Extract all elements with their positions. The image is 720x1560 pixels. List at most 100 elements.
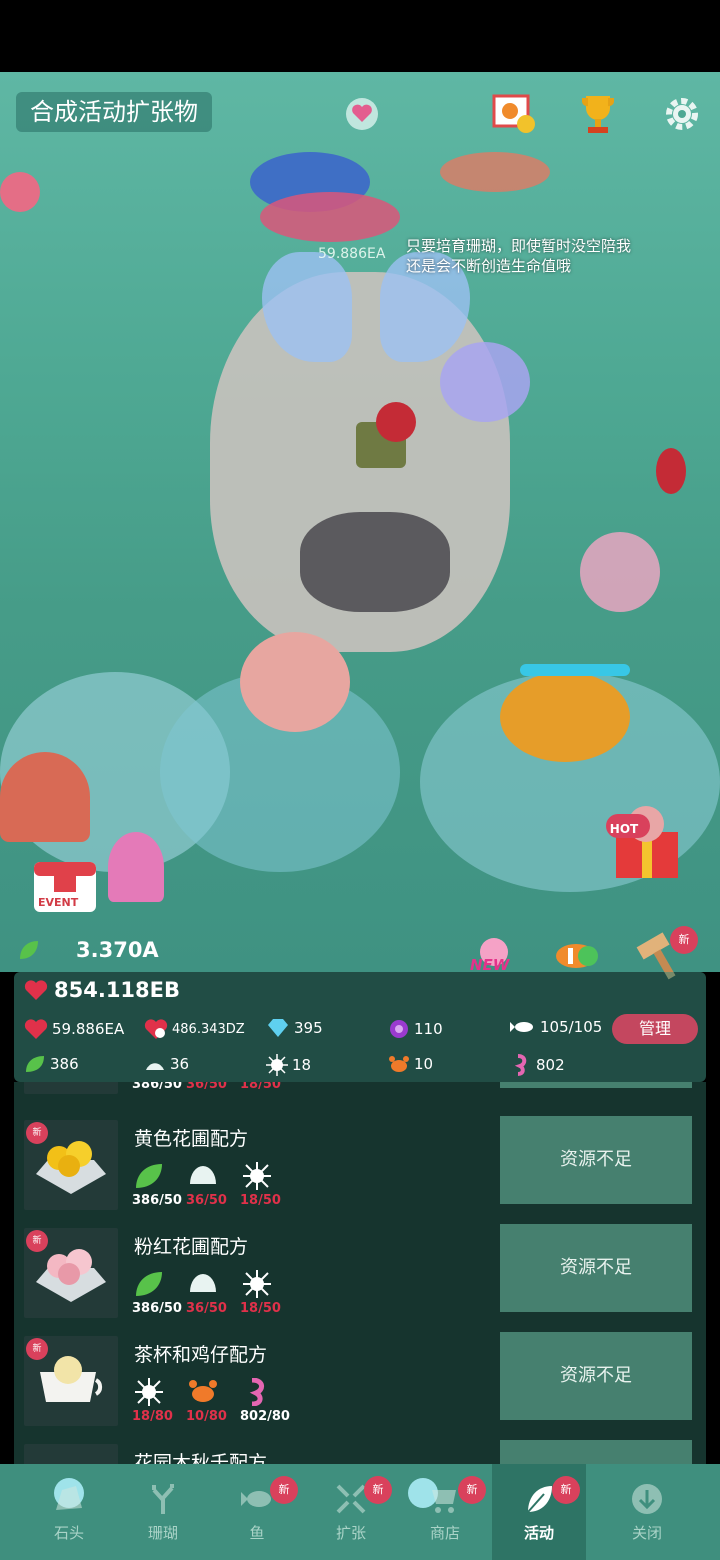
crabs-count: 10	[388, 1054, 433, 1074]
recipe-name: 粉红花圃配方	[134, 1236, 249, 1258]
event-leaf-icon	[527, 1486, 552, 1513]
pearl-icon	[390, 1020, 408, 1038]
fish-icon	[510, 1022, 533, 1032]
tab-coral[interactable]: 珊瑚	[116, 1464, 210, 1560]
craft-button[interactable]	[500, 1440, 692, 1464]
shells-count: 36	[144, 1054, 189, 1074]
new-badge: 新	[26, 1122, 48, 1144]
page-title: 合成活动扩张物	[16, 92, 212, 132]
shell-icon	[190, 1274, 216, 1292]
recipe-name: 茶杯和鸡仔配方	[134, 1344, 268, 1366]
list-item: 花园木秋千配方	[14, 1440, 706, 1464]
recipe-resources: 386/50 36/50 18/50	[132, 1270, 286, 1316]
recipe-thumbnail: 新	[24, 1120, 118, 1210]
fish-count: 105/105	[510, 1018, 602, 1036]
heart-bubble-icon[interactable]	[340, 92, 384, 136]
urchin-icon	[243, 1270, 271, 1298]
urchin-resource: 18/50	[240, 1162, 286, 1208]
manage-button[interactable]: 管理	[612, 1014, 698, 1044]
leaf-icon	[26, 1056, 44, 1072]
recipe-thumbnail	[24, 1444, 118, 1464]
urchins-count: 18	[266, 1054, 311, 1076]
new-badge: 新	[670, 926, 698, 954]
status-bar	[0, 0, 720, 72]
new-badge: 新	[552, 1476, 580, 1504]
urchin-icon	[135, 1378, 163, 1406]
shell-icon	[190, 1166, 216, 1184]
generation-rate: 3.370A	[16, 930, 159, 970]
new-badge: 新	[26, 1338, 48, 1360]
total-hearts-value: 854.118EB	[54, 978, 180, 1002]
fish-icon	[241, 1491, 271, 1507]
floating-heart-value: 59.886EA	[318, 246, 386, 262]
recipe-name: 黄色花圃配方	[134, 1128, 249, 1150]
leaves-count: 386	[24, 1054, 79, 1074]
craft-button[interactable]	[500, 1082, 692, 1088]
urchin-icon	[266, 1054, 288, 1076]
urchin-resource: 18/80	[132, 1378, 178, 1424]
tap-heart-icon	[24, 1019, 48, 1039]
leaf-icon	[20, 941, 38, 959]
coral-icon	[152, 1484, 174, 1514]
new-badge: 新	[26, 1230, 48, 1252]
list-item: 386/50 36/50 18/50	[14, 1082, 706, 1100]
cart-icon	[432, 1490, 456, 1513]
speech-bubble: 只要培育珊瑚，即使暂时没空陪我 还是会不断创造生命值哦	[406, 236, 706, 276]
list-item: 新 黄色花圃配方 386/50 36/50 18/50 资源不足	[14, 1116, 706, 1216]
seahorse-icon	[514, 1054, 527, 1076]
crab-icon	[389, 1056, 409, 1072]
craft-button[interactable]: 资源不足	[500, 1332, 692, 1420]
urchin-icon	[243, 1162, 271, 1190]
recipe-name: 花园木秋千配方	[134, 1452, 268, 1464]
tab-stone[interactable]: 石头	[22, 1464, 116, 1560]
diamond-icon	[268, 1019, 288, 1037]
gems-count: 395	[266, 1018, 323, 1038]
recipe-thumbnail: 新	[24, 1228, 118, 1318]
hearts-per-second: 486.343DZ	[144, 1018, 245, 1040]
trophy-icon[interactable]	[576, 92, 620, 136]
bottom-tab-bar: 石头 珊瑚 新 鱼 新 扩张 新 商店 新 活动 关闭	[0, 1464, 720, 1560]
seahorse-icon	[249, 1377, 264, 1407]
list-item: 新 粉红花圃配方 386/50 36/50 18/50 资源不足	[14, 1224, 706, 1324]
event-calendar-button[interactable]: EVENT	[28, 856, 106, 918]
new-badge: 新	[458, 1476, 486, 1504]
leaf-resource: 386/50	[132, 1162, 182, 1208]
shell-icon	[146, 1063, 164, 1070]
recipe-list[interactable]: 386/50 36/50 18/50 新 黄色花圃配方 386/50 36/50…	[14, 1082, 706, 1464]
urchin-resource: 18/50	[240, 1270, 286, 1316]
recipe-resources: 386/50 36/50 18/50	[132, 1162, 286, 1208]
craft-button[interactable]: 资源不足	[500, 1224, 692, 1312]
leaf-icon	[136, 1164, 162, 1188]
crab-resource: 10/80	[186, 1378, 232, 1424]
pearls-count: 110	[388, 1018, 443, 1040]
shell-resource: 36/50	[186, 1270, 232, 1316]
tab-fish[interactable]: 新 鱼	[210, 1464, 304, 1560]
clock-heart-icon	[144, 1019, 168, 1039]
new-badge: 新	[364, 1476, 392, 1504]
expand-icon	[336, 1484, 366, 1514]
event-label: EVENT	[38, 896, 79, 909]
leaf-icon	[136, 1272, 162, 1296]
speech-line-2: 还是会不断创造生命值哦	[406, 257, 572, 275]
seahorse-resource: 802/80	[240, 1377, 290, 1424]
tab-shop[interactable]: 新 商店	[398, 1464, 492, 1560]
stone-icon	[56, 1486, 82, 1510]
list-item: 新 茶杯和鸡仔配方 18/80 10/80 802/80 资源不足	[14, 1332, 706, 1432]
generation-value: 3.370A	[76, 938, 159, 962]
tab-close[interactable]: 关闭	[600, 1464, 694, 1560]
speech-line-1: 只要培育珊瑚，即使暂时没空陪我	[406, 237, 632, 255]
craft-button[interactable]: 资源不足	[500, 1116, 692, 1204]
hot-gift-button[interactable]: HOT	[598, 788, 690, 888]
total-hearts: 854.118EB	[24, 978, 180, 1002]
recipe-thumbnail	[24, 1082, 118, 1094]
seahorses-count: 802	[510, 1054, 565, 1076]
photo-album-icon[interactable]	[492, 92, 536, 136]
tab-event[interactable]: 新 活动	[492, 1464, 586, 1560]
tab-expand[interactable]: 新 扩张	[304, 1464, 398, 1560]
hearts-per-tap: 59.886EA	[24, 1018, 124, 1040]
close-down-icon	[632, 1484, 662, 1514]
hot-label: HOT	[609, 822, 639, 836]
gear-icon[interactable]	[660, 92, 704, 136]
heart-icon	[24, 980, 48, 1000]
new-badge: 新	[270, 1476, 298, 1504]
